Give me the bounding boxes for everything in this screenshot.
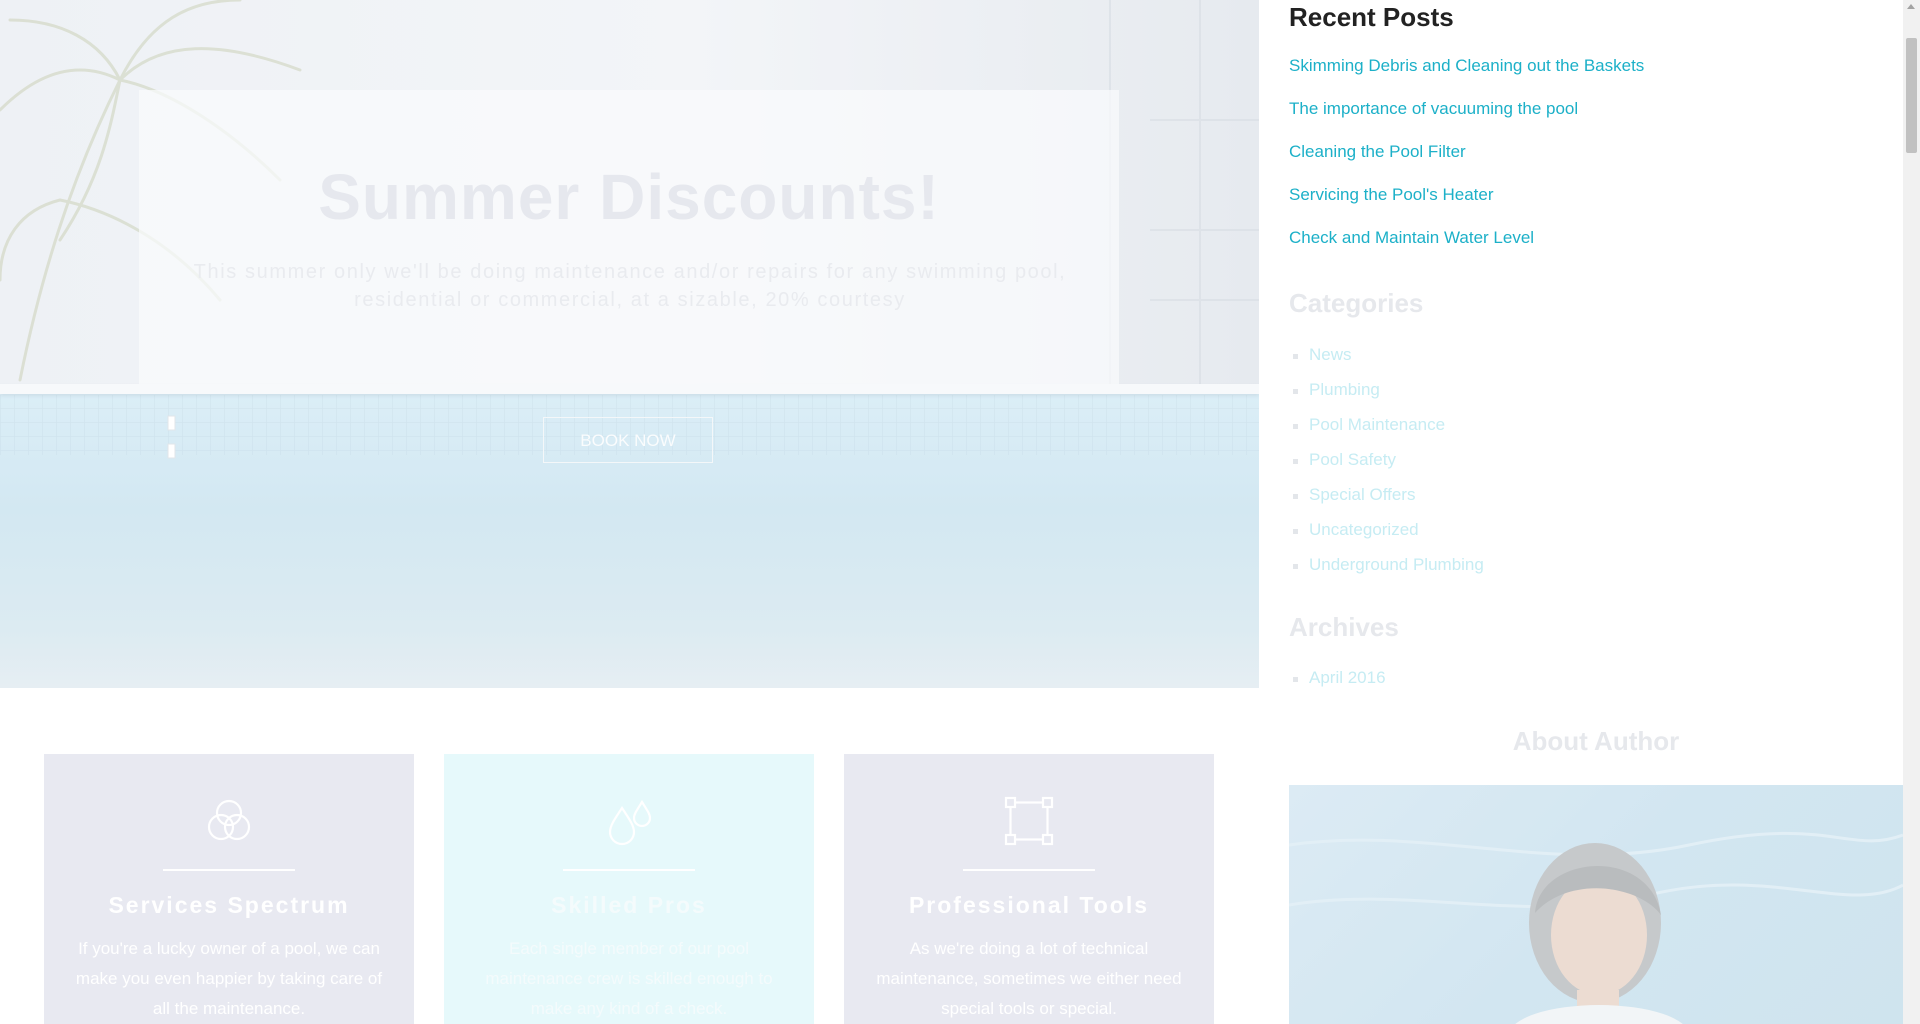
pool-ladder-icon [167,415,176,459]
vector-square-icon [1004,796,1054,846]
category-link[interactable]: Pool Maintenance [1309,415,1445,434]
list-item: Check and Maintain Water Level [1289,228,1644,271]
feature-card-professional-tools: Professional Tools As we're doing a lot … [844,754,1214,1024]
list-item: April 2016 [1293,668,1386,703]
recent-posts-list: Skimming Debris and Cleaning out the Bas… [1289,56,1644,271]
archives-list: April 2016 [1293,668,1386,703]
page-scrollbar[interactable] [1903,0,1920,1024]
feature-text: Each single member of our pool maintenan… [485,939,773,1018]
recent-post-link[interactable]: Cleaning the Pool Filter [1289,142,1466,161]
sidebar: Recent Posts Skimming Debris and Cleanin… [1259,0,1903,1024]
category-link[interactable]: Uncategorized [1309,520,1419,539]
category-link[interactable]: Underground Plumbing [1309,555,1484,574]
feature-card-services: Services Spectrum If you're a lucky owne… [44,754,414,1024]
feature-divider [563,869,695,871]
recent-post-link[interactable]: Check and Maintain Water Level [1289,228,1534,247]
category-link[interactable]: Pool Safety [1309,450,1396,469]
list-item: Plumbing [1293,380,1484,415]
hero-subtitle: This summer only we'll be doing maintena… [193,261,1067,311]
list-item: Pool Safety [1293,450,1484,485]
author-portrait-image [1289,831,1903,1024]
feature-card-skilled-pros: Skilled Pros Each single member of our p… [444,754,814,1024]
hero-title: Summer Discounts! [318,161,940,233]
hero-overlay-panel [139,90,1119,384]
feature-title: Professional Tools [908,892,1150,918]
feature-title: Skilled Pros [551,892,707,918]
category-link[interactable]: News [1309,345,1352,364]
list-item: The importance of vacuuming the pool [1289,99,1644,142]
list-item: Servicing the Pool's Heater [1289,185,1644,228]
archive-link[interactable]: April 2016 [1309,668,1386,687]
water-drops-icon [608,799,652,846]
feature-text: As we're doing a lot of technical mainte… [876,939,1182,1018]
scroll-up-arrow-icon[interactable] [1907,4,1915,9]
circles-icon [207,799,251,841]
book-now-button[interactable]: BOOK NOW [543,417,713,463]
recent-post-link[interactable]: Servicing the Pool's Heater [1289,185,1494,204]
recent-post-link[interactable]: The importance of vacuuming the pool [1289,99,1578,118]
list-item: Cleaning the Pool Filter [1289,142,1644,185]
pool-edge [0,384,1259,394]
feature-divider [163,869,295,871]
about-author-title: About Author [1512,726,1680,756]
author-photo [1289,785,1903,1024]
list-item: Skimming Debris and Cleaning out the Bas… [1289,56,1644,99]
categories-title: Categories [1289,288,1424,318]
list-item: Pool Maintenance [1293,415,1484,450]
feature-title: Services Spectrum [108,892,350,918]
list-item: Special Offers [1293,485,1484,520]
archives-title: Archives [1289,612,1399,642]
list-item: News [1293,345,1484,380]
category-link[interactable]: Plumbing [1309,380,1380,399]
list-item: Uncategorized [1293,520,1484,555]
list-item: Underground Plumbing [1293,555,1484,590]
feature-divider [963,869,1095,871]
recent-posts-title: Recent Posts [1289,2,1454,32]
feature-text: If you're a lucky owner of a pool, we ca… [75,939,383,1018]
categories-list: News Plumbing Pool Maintenance Pool Safe… [1293,345,1484,590]
hero-banner: Summer Discounts! This summer only we'll… [0,0,1259,688]
category-link[interactable]: Special Offers [1309,485,1415,504]
scrollbar-thumb[interactable] [1906,38,1917,153]
recent-post-link[interactable]: Skimming Debris and Cleaning out the Bas… [1289,56,1644,75]
